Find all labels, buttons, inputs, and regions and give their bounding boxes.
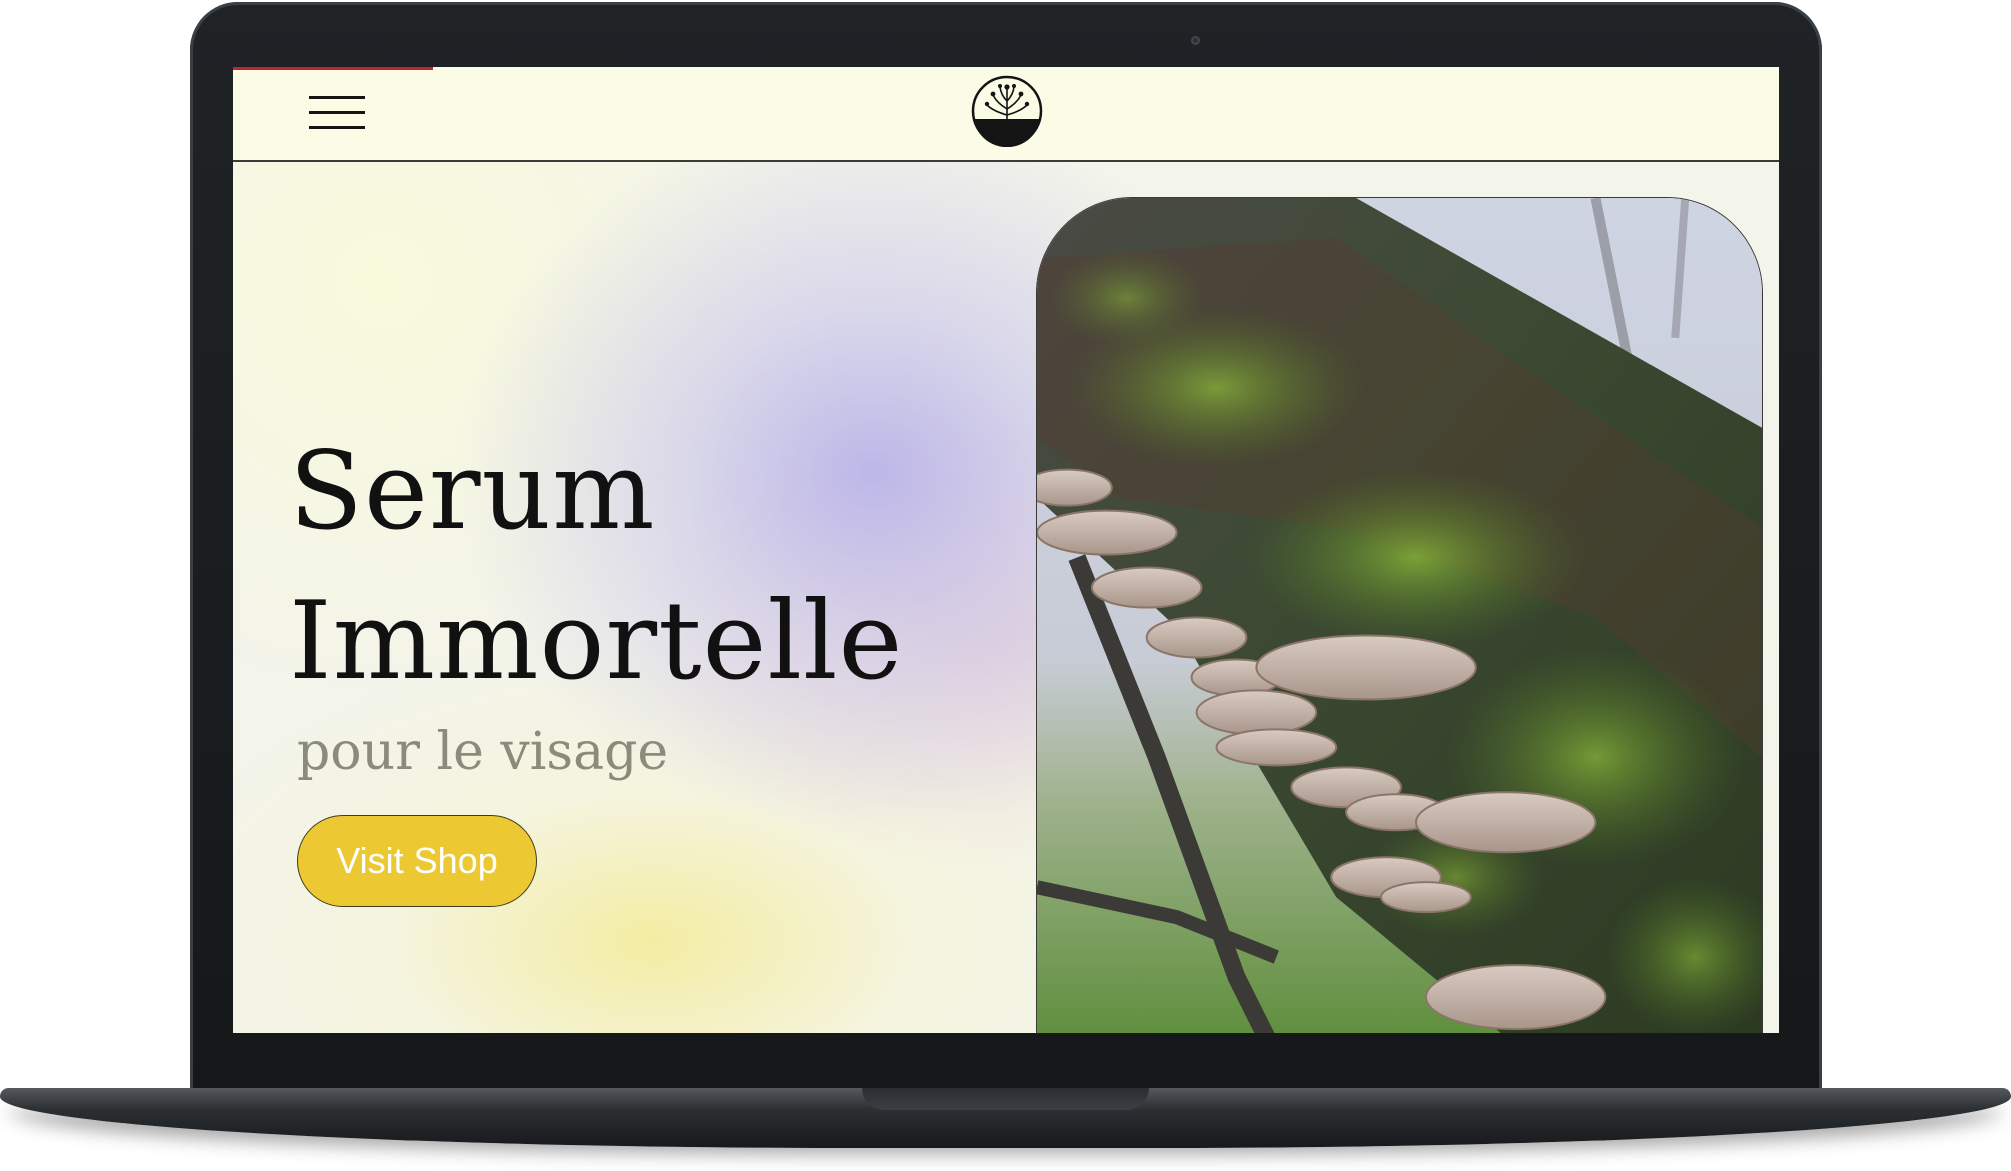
brand-logo-icon[interactable] bbox=[971, 75, 1043, 148]
hero-title-line-2: Immortelle bbox=[289, 579, 904, 704]
website-screen: Serum Immortelle pour le visage Visit Sho… bbox=[233, 67, 1779, 1033]
site-header bbox=[233, 67, 1779, 162]
loading-progress-bar bbox=[233, 67, 433, 70]
hero-title-line-1: Serum bbox=[289, 429, 656, 554]
hamburger-menu-icon[interactable] bbox=[309, 93, 365, 133]
hero-section: Serum Immortelle pour le visage Visit Sho… bbox=[233, 162, 1779, 1033]
hero-title: Serum Immortelle bbox=[289, 417, 903, 717]
hero-subtitle: pour le visage bbox=[297, 722, 669, 782]
hero-photo-mushroom-branch bbox=[1036, 197, 1763, 1033]
visit-shop-button[interactable]: Visit Shop bbox=[297, 815, 537, 907]
laptop-mockup: Serum Immortelle pour le visage Visit Sho… bbox=[0, 0, 2011, 1171]
laptop-notch bbox=[862, 1088, 1149, 1110]
webcam-icon bbox=[1191, 36, 1200, 45]
